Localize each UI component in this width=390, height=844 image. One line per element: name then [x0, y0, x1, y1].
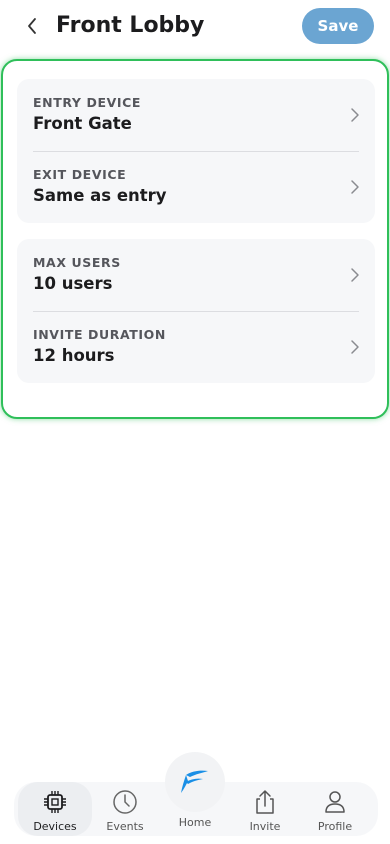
tab-devices[interactable]: Devices [18, 782, 92, 836]
entry-device-value: Front Gate [33, 114, 132, 133]
invite-settings-card: MAX USERS 10 users INVITE DURATION 12 ho… [17, 239, 375, 383]
chevron-left-icon [28, 18, 36, 34]
device-settings-card: ENTRY DEVICE Front Gate EXIT DEVICE Same… [17, 79, 375, 223]
exit-device-row[interactable]: EXIT DEVICE Same as entry [17, 151, 375, 223]
save-button[interactable]: Save [302, 8, 374, 44]
page-title: Front Lobby [56, 13, 205, 38]
header: Front Lobby Save [0, 0, 390, 52]
invite-duration-label: INVITE DURATION [33, 327, 166, 342]
tab-invite[interactable]: Invite [230, 782, 300, 836]
chip-icon [41, 788, 69, 816]
tab-home-label: Home [178, 816, 212, 829]
tab-invite-label: Invite [249, 820, 281, 833]
share-icon [251, 788, 279, 816]
chevron-right-icon [351, 340, 359, 354]
entry-device-row[interactable]: ENTRY DEVICE Front Gate [17, 79, 375, 151]
invite-duration-row[interactable]: INVITE DURATION 12 hours [17, 311, 375, 383]
person-icon [321, 788, 349, 816]
max-users-row[interactable]: MAX USERS 10 users [17, 239, 375, 311]
max-users-value: 10 users [33, 274, 113, 293]
clock-icon [111, 788, 139, 816]
chevron-right-icon [351, 180, 359, 194]
settings-panel: ENTRY DEVICE Front Gate EXIT DEVICE Same… [1, 59, 389, 419]
tab-home[interactable] [165, 752, 225, 812]
tab-devices-label: Devices [33, 820, 77, 833]
max-users-label: MAX USERS [33, 255, 121, 270]
chevron-right-icon [351, 108, 359, 122]
exit-device-value: Same as entry [33, 186, 167, 205]
chevron-right-icon [351, 268, 359, 282]
tab-events-label: Events [106, 820, 144, 833]
invite-duration-value: 12 hours [33, 346, 115, 365]
tab-profile-label: Profile [317, 820, 353, 833]
back-button[interactable] [20, 14, 44, 38]
brand-logo-icon [181, 770, 208, 793]
entry-device-label: ENTRY DEVICE [33, 95, 142, 110]
exit-device-label: EXIT DEVICE [33, 167, 127, 182]
tab-events[interactable]: Events [90, 782, 160, 836]
tab-profile[interactable]: Profile [300, 782, 370, 836]
